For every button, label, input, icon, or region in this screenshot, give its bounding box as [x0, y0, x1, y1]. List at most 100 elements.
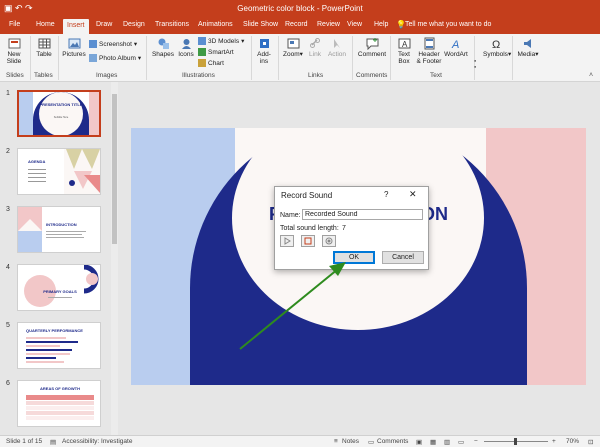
zoom-out-icon[interactable]: − [474, 438, 478, 445]
ok-button[interactable]: OK [333, 251, 375, 264]
slide-thumbnails-pane: 1 PRESENTATION TITLE Subtitle Here 2 AGE… [0, 82, 122, 435]
wordart-button[interactable]: A WordArt [443, 37, 469, 58]
3d-models-button[interactable]: 3D Models ▾ [198, 37, 244, 45]
tab-design[interactable]: Design [123, 21, 145, 28]
header-footer-label-1: Header [418, 51, 440, 58]
text-box-button[interactable]: A Text Box [394, 37, 414, 65]
window-title: Geometric color block - PowerPoint [237, 4, 363, 13]
smartart-button[interactable]: SmartArt [198, 48, 234, 56]
chart-button[interactable]: Chart [198, 59, 224, 67]
help-button[interactable]: ? [384, 190, 388, 199]
icons-icon [181, 39, 191, 49]
screenshot-button[interactable]: Screenshot ▾ [89, 40, 137, 48]
accessibility-status[interactable]: Accessibility: Investigate [62, 438, 132, 445]
slide-thumbnail-6[interactable]: AREAS OF GROWTH [17, 380, 101, 427]
normal-view-icon[interactable]: ▣ [416, 438, 422, 446]
reading-view-icon[interactable]: ▥ [444, 438, 450, 446]
tab-review[interactable]: Review [317, 21, 340, 28]
thumbnail-scrollbar[interactable] [111, 82, 118, 435]
tab-help[interactable]: Help [374, 21, 388, 28]
slide-4-preview: PRIMARY GOALS [24, 265, 99, 307]
tab-transitions[interactable]: Transitions [155, 21, 189, 28]
chevron-down-icon: ▾ [133, 41, 138, 48]
spellcheck-icon[interactable]: ▤ [50, 438, 56, 446]
svg-text:A: A [402, 40, 408, 49]
header-footer-button[interactable]: Header & Footer [416, 37, 442, 65]
slide-thumbnail-5[interactable]: QUARTERLY PERFORMANCE [17, 322, 101, 369]
media-label: Media [517, 51, 536, 58]
zoom-button[interactable]: Zoom▾ [282, 37, 304, 58]
comment-label: Comment [357, 51, 387, 58]
link-icon [309, 38, 320, 48]
slide-thumbnail-2[interactable]: AGENDA [17, 148, 101, 195]
slide-5-title: QUARTERLY PERFORMANCE [26, 328, 83, 333]
fit-slide-icon[interactable]: ⊡ [588, 438, 593, 446]
text-box-label-2: Box [398, 58, 410, 65]
new-slide-button[interactable]: New Slide [3, 37, 25, 65]
notes-button[interactable]: Notes [342, 438, 359, 445]
comment-button[interactable]: Comment [356, 37, 388, 58]
3d-models-label: 3D Models [208, 37, 240, 45]
media-button[interactable]: Media▾ [516, 37, 540, 58]
slide-thumbnail-3[interactable]: INTRODUCTION [17, 206, 101, 253]
tab-home[interactable]: Home [36, 21, 55, 28]
slideshow-icon[interactable]: ▭ [458, 438, 464, 446]
tab-insert[interactable]: Insert [63, 19, 89, 34]
tab-view[interactable]: View [347, 21, 362, 28]
addins-icon [259, 39, 269, 48]
smartart-icon [198, 48, 206, 56]
link-label: Link [309, 51, 321, 58]
new-slide-label-2: Slide [6, 58, 22, 65]
link-button[interactable]: Link [306, 37, 324, 58]
icons-label: Icons [178, 51, 194, 58]
ribbon-tabs: File Home Insert Draw Design Transitions… [0, 19, 600, 34]
title-bar: ▣ ↶ ↷ Geometric color block - PowerPoint [0, 0, 600, 19]
record-button[interactable] [322, 235, 336, 247]
name-input[interactable] [302, 209, 423, 220]
shapes-button[interactable]: Shapes [150, 37, 176, 58]
scrollbar-thumb[interactable] [112, 94, 117, 244]
comment-icon [366, 38, 378, 50]
shapes-label: Shapes [151, 51, 175, 58]
divider [58, 36, 59, 80]
zoom-in-icon[interactable]: + [552, 438, 556, 445]
icons-button[interactable]: Icons [176, 37, 196, 58]
table-button[interactable]: Table [33, 37, 55, 58]
slide-thumbnail-4[interactable]: PRIMARY GOALS [17, 264, 101, 311]
divider [512, 36, 513, 80]
tab-draw[interactable]: Draw [96, 21, 112, 28]
tab-animations[interactable]: Animations [198, 21, 233, 28]
slide-thumbnail-1[interactable]: PRESENTATION TITLE Subtitle Here [17, 90, 101, 137]
slide-1-preview: PRESENTATION TITLE Subtitle Here [19, 92, 99, 135]
action-button[interactable]: Action [326, 37, 348, 58]
text-more-icon[interactable]: ▪ ▪ [474, 58, 476, 71]
ribbon: New Slide Slides Table Tables Pictures S… [0, 34, 600, 82]
pictures-button[interactable]: Pictures [61, 37, 87, 58]
chevron-down-icon: ▾ [299, 51, 303, 58]
cancel-button[interactable]: Cancel [382, 251, 424, 264]
comments-button[interactable]: Comments [377, 438, 408, 445]
header-footer-label-2: & Footer [416, 58, 442, 65]
photo-album-button[interactable]: Photo Album ▾ [89, 54, 141, 62]
addins-button[interactable]: Add- ins [254, 37, 274, 65]
symbols-button[interactable]: Ω Symbols▾ [483, 37, 511, 58]
screenshot-label: Screenshot [99, 40, 132, 48]
close-icon[interactable]: ✕ [409, 189, 417, 200]
divider [352, 36, 353, 80]
chevron-down-icon: ▾ [241, 38, 245, 45]
slide-sorter-icon[interactable]: ▦ [430, 438, 436, 446]
text-box-icon: A [398, 38, 410, 49]
slide-number: 3 [6, 206, 10, 213]
tab-record[interactable]: Record [285, 21, 308, 28]
tab-slide-show[interactable]: Slide Show [243, 21, 278, 28]
divider [278, 36, 279, 80]
notes-icon: ≡ [334, 438, 338, 445]
tab-file[interactable]: File [9, 21, 20, 28]
zoom-level[interactable]: 70% [566, 438, 579, 445]
play-button[interactable] [280, 235, 294, 247]
stop-button[interactable] [301, 235, 315, 247]
zoom-slider-thumb[interactable] [514, 438, 517, 445]
collapse-ribbon-icon[interactable]: ˄ [589, 72, 593, 79]
group-images: Images [96, 72, 118, 79]
tell-me-search[interactable]: Tell me what you want to do [405, 21, 491, 28]
